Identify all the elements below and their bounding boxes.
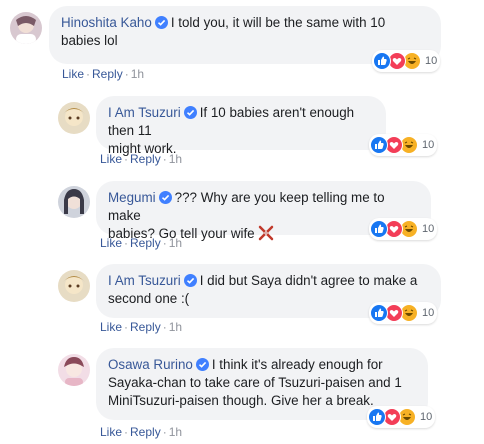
- reactions-summary[interactable]: 10: [367, 406, 436, 428]
- avatar[interactable]: [58, 354, 90, 386]
- timestamp[interactable]: 1h: [131, 67, 144, 81]
- separator-dot: ·: [162, 320, 167, 334]
- reactions-summary[interactable]: 10: [369, 134, 438, 156]
- comment-text-continued: babies lol: [61, 33, 118, 48]
- timestamp[interactable]: 1h: [169, 152, 182, 166]
- comment-text-continued: Sayaka-chan to take care of Tsuzuri-pais…: [108, 375, 402, 390]
- comment-author[interactable]: Hinoshita Kaho: [61, 15, 152, 30]
- avatar[interactable]: [58, 102, 90, 134]
- comment-author[interactable]: I Am Tsuzuri: [108, 273, 181, 288]
- verified-badge-icon: [183, 106, 197, 119]
- verified-badge-icon: [195, 358, 209, 371]
- avatar[interactable]: [58, 186, 90, 218]
- verified-badge-icon: [154, 16, 168, 29]
- like-link[interactable]: Like: [100, 320, 122, 334]
- avatar[interactable]: [58, 270, 90, 302]
- reaction-count: 10: [422, 139, 435, 151]
- reply-link[interactable]: Reply: [130, 152, 161, 166]
- like-link[interactable]: Like: [100, 236, 122, 250]
- separator-dot: ·: [124, 425, 129, 439]
- comment-actions: Like · Reply · 1h: [100, 320, 182, 334]
- anger-symbol-icon: [258, 225, 274, 241]
- like-link[interactable]: Like: [100, 152, 122, 166]
- reply-link[interactable]: Reply: [130, 320, 161, 334]
- separator-dot: ·: [124, 67, 129, 81]
- comment-actions: Like · Reply · 1h: [62, 67, 144, 81]
- separator-dot: ·: [86, 67, 91, 81]
- reaction-count: 10: [420, 411, 433, 423]
- separator-dot: ·: [124, 236, 129, 250]
- comment-author[interactable]: Osawa Rurino: [108, 357, 193, 372]
- comment-text-continued: MiniTsuzuri-paisen though. Give her a br…: [108, 393, 374, 408]
- like-reaction-icon: [370, 136, 388, 154]
- separator-dot: ·: [162, 425, 167, 439]
- reaction-count: 10: [425, 55, 438, 67]
- separator-dot: ·: [124, 320, 129, 334]
- separator-dot: ·: [124, 152, 129, 166]
- avatar[interactable]: [10, 12, 42, 44]
- reaction-count: 10: [422, 223, 435, 235]
- like-link[interactable]: Like: [100, 425, 122, 439]
- like-link[interactable]: Like: [62, 67, 84, 81]
- like-reaction-icon: [368, 408, 386, 426]
- separator-dot: ·: [162, 236, 167, 250]
- separator-dot: ·: [162, 152, 167, 166]
- comment-text: I think it's already enough for: [211, 357, 383, 372]
- comment-author[interactable]: Megumi: [108, 190, 156, 205]
- reply-link[interactable]: Reply: [130, 425, 161, 439]
- reactions-summary[interactable]: 10: [369, 302, 438, 324]
- comment-actions: Like · Reply · 1h: [100, 425, 182, 439]
- comment-actions: Like · Reply · 1h: [100, 152, 182, 166]
- timestamp[interactable]: 1h: [169, 236, 182, 250]
- reactions-summary[interactable]: 10: [372, 50, 441, 72]
- verified-badge-icon: [158, 191, 172, 204]
- comment-text: I did but Saya didn't agree to make a: [199, 273, 418, 288]
- comment-text: I told you, it will be the same with 10: [170, 15, 386, 30]
- verified-badge-icon: [183, 274, 197, 287]
- reply-link[interactable]: Reply: [130, 236, 161, 250]
- like-reaction-icon: [373, 52, 391, 70]
- reactions-summary[interactable]: 10: [369, 218, 438, 240]
- comment-author[interactable]: I Am Tsuzuri: [108, 105, 181, 120]
- timestamp[interactable]: 1h: [169, 320, 182, 334]
- like-reaction-icon: [370, 220, 388, 238]
- comment-text-continued: second one :(: [108, 291, 190, 306]
- reaction-count: 10: [422, 307, 435, 319]
- timestamp[interactable]: 1h: [169, 425, 182, 439]
- comment-actions: Like · Reply · 1h: [100, 236, 182, 250]
- like-reaction-icon: [370, 304, 388, 322]
- reply-link[interactable]: Reply: [92, 67, 123, 81]
- comment-bubble: I Am Tsuzuri If 10 babies aren't enough t…: [96, 96, 386, 156]
